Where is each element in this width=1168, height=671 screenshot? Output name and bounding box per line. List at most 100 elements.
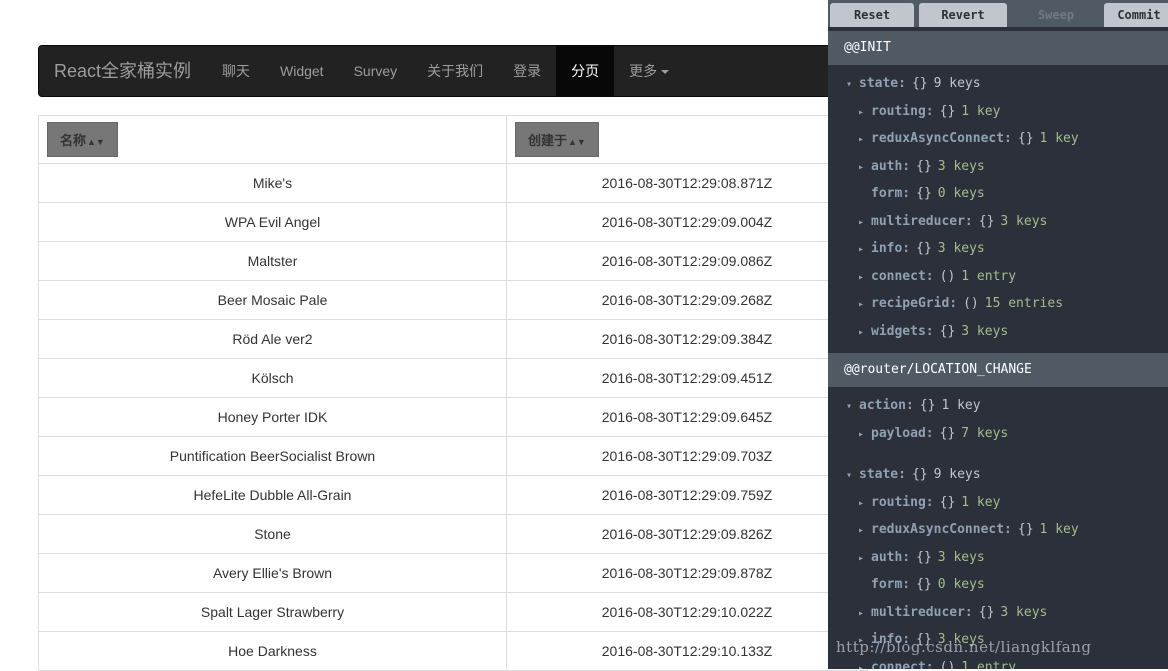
cell-created: 2016-08-30T12:29:09.703Z (506, 436, 868, 476)
tree-count: 9 keys (933, 76, 981, 91)
tree-brace: {} (916, 186, 932, 201)
devtools-revert-button[interactable]: Revert (919, 3, 1007, 27)
devtools-tree-node[interactable]: ▾ action: {} 1 key (846, 396, 981, 416)
tree-brace: {} (978, 213, 995, 229)
collapsed-arrow-icon: ▸ (858, 525, 865, 536)
devtools-tree-node[interactable]: ▸ multireducer: {} 3 keys (858, 212, 1047, 232)
tree-count: 3 keys (961, 323, 1009, 339)
tree-key: form: (871, 186, 911, 201)
nav-item-1[interactable]: Widget (265, 46, 339, 96)
navbar: React全家桶实例 聊天 Widget Survey 关于我们 登录 分页 更多 (38, 45, 838, 97)
nav-item-4[interactable]: 登录 (498, 46, 556, 96)
tree-brace: {} (916, 241, 932, 256)
cell-name: Honey Porter IDK (38, 397, 507, 437)
tree-brace: {} (939, 103, 956, 119)
sort-created-button[interactable]: 创建于▲▼ (515, 122, 599, 157)
tree-key: reduxAsyncConnect: (871, 131, 1012, 146)
collapsed-arrow-icon: ▸ (858, 244, 865, 255)
watermark: http://blog.csdn.net/liangklfang (836, 638, 1092, 656)
nav-item-3[interactable]: 关于我们 (412, 46, 498, 96)
tree-count: 1 key (941, 398, 981, 413)
cell-name: WPA Evil Angel (38, 202, 507, 242)
tree-key: connect: (871, 659, 934, 670)
tree-count: 1 key (961, 494, 1001, 510)
tree-count: 1 entry (961, 659, 1017, 670)
devtools-toolbar: Reset Revert Sweep Commit (828, 0, 1168, 27)
devtools-tree-node[interactable]: ▸ info: {} 3 keys (858, 239, 985, 259)
tree-count: 1 key (1039, 522, 1079, 537)
tree-key: auth: (871, 549, 911, 565)
collapsed-arrow-icon: ▸ (858, 607, 865, 619)
devtools-tree-node[interactable]: ▾ state: {} 9 keys (846, 465, 981, 485)
collapsed-arrow-icon: ▸ (858, 428, 865, 440)
table-row: HefeLite Dubble All-Grain 2016-08-30T12:2… (38, 475, 868, 515)
tree-brace: {} (916, 577, 932, 592)
tree-brace: {} (939, 494, 956, 510)
devtools-commit-button[interactable]: Commit (1104, 3, 1168, 27)
devtools-tree-node[interactable]: ▸ routing: {} 1 key (858, 102, 1000, 122)
cell-created: 2016-08-30T12:29:10.022Z (506, 592, 868, 632)
collapsed-arrow-icon: ▸ (858, 161, 865, 173)
cell-created: 2016-08-30T12:29:09.759Z (506, 475, 868, 515)
tree-count: 1 key (1039, 131, 1079, 146)
cell-name: Mike's (38, 163, 507, 203)
tree-brace: {} (911, 467, 928, 482)
devtools-tree-node[interactable]: ▸ auth: {} 3 keys (858, 157, 985, 177)
collapsed-arrow-icon: ▸ (858, 271, 865, 283)
devtools-action-header[interactable]: @@router/LOCATION_CHANGE (828, 353, 1168, 387)
nav-item-2[interactable]: Survey (339, 46, 413, 96)
tree-key: connect: (871, 268, 934, 284)
tree-count: 0 keys (937, 186, 985, 201)
devtools-tree-node[interactable]: ▸ reduxAsyncConnect: {} 1 key (858, 129, 1079, 149)
caret-down-icon (661, 70, 670, 75)
devtools-action-header[interactable]: @@INIT (828, 31, 1168, 65)
cell-created: 2016-08-30T12:29:09.645Z (506, 397, 868, 437)
sort-icon: ▲▼ (87, 137, 105, 147)
tree-key: routing: (871, 494, 934, 510)
cell-created: 2016-08-30T12:29:09.086Z (506, 241, 868, 281)
table-row: Röd Ale ver2 2016-08-30T12:29:09.384Z (38, 319, 868, 359)
devtools-tree-node[interactable]: ▸ routing: {} 1 key (858, 493, 1000, 513)
navbar-brand[interactable]: React全家桶实例 (54, 46, 191, 96)
collapsed-arrow-icon: ▸ (858, 497, 865, 509)
sort-name-button[interactable]: 名称▲▼ (47, 122, 118, 157)
tree-key: action: (859, 398, 914, 413)
collapsed-arrow-icon: ▸ (858, 552, 865, 564)
table-row: WPA Evil Angel 2016-08-30T12:29:09.004Z (38, 202, 868, 242)
tree-brace: {} (939, 323, 956, 339)
nav-item-5[interactable]: 分页 (556, 46, 615, 96)
tree-count: 3 keys (937, 241, 985, 256)
devtools-reset-button[interactable]: Reset (830, 3, 914, 27)
table-body: Mike's 2016-08-30T12:29:08.871Z WPA Evil A… (38, 163, 868, 671)
devtools-tree-node[interactable]: form: {} 0 keys (858, 184, 985, 204)
devtools-tree-node[interactable]: form: {} 0 keys (858, 575, 985, 595)
cell-created: 2016-08-30T12:29:09.268Z (506, 280, 868, 320)
tree-brace: () (939, 659, 956, 670)
devtools-tree-node[interactable]: ▾ state: {} 9 keys (846, 74, 981, 94)
devtools-tree-node[interactable]: ▸ widgets: {} 3 keys (858, 322, 1008, 342)
expanded-arrow-icon: ▾ (846, 79, 853, 90)
devtools-tree-node[interactable]: ▸ payload: {} 7 keys (858, 424, 1008, 444)
devtools-tree-node[interactable]: ▸ auth: {} 3 keys (858, 548, 985, 568)
cell-name: Avery Ellie's Brown (38, 553, 507, 593)
tree-brace: {} (939, 425, 956, 441)
tree-count: 3 keys (937, 158, 985, 174)
devtools-sweep-button[interactable]: Sweep (1011, 3, 1101, 27)
devtools-tree-node[interactable]: ▸ recipeGrid: () 15 entries (858, 294, 1063, 314)
nav-item-6[interactable]: 更多 (614, 46, 684, 96)
devtools-tree-node[interactable]: ▸ connect: () 1 entry (858, 658, 1016, 670)
cell-created: 2016-08-30T12:29:08.871Z (506, 163, 868, 203)
tree-brace: () (939, 268, 956, 284)
collapsed-arrow-icon: ▸ (858, 662, 865, 670)
devtools-tree-node[interactable]: ▸ multireducer: {} 3 keys (858, 603, 1047, 623)
nav-item-0[interactable]: 聊天 (207, 46, 265, 96)
cell-name: Hoe Darkness (38, 631, 507, 671)
devtools-tree-node[interactable]: ▸ connect: () 1 entry (858, 267, 1016, 287)
devtools-tree-node[interactable]: ▸ reduxAsyncConnect: {} 1 key (858, 520, 1079, 540)
tree-key: reduxAsyncConnect: (871, 522, 1012, 537)
tree-key: state: (859, 467, 906, 482)
table-row: Stone 2016-08-30T12:29:09.826Z (38, 514, 868, 554)
tree-brace: {} (1017, 522, 1034, 537)
cell-name: Maltster (38, 241, 507, 281)
collapsed-arrow-icon: ▸ (858, 134, 865, 145)
